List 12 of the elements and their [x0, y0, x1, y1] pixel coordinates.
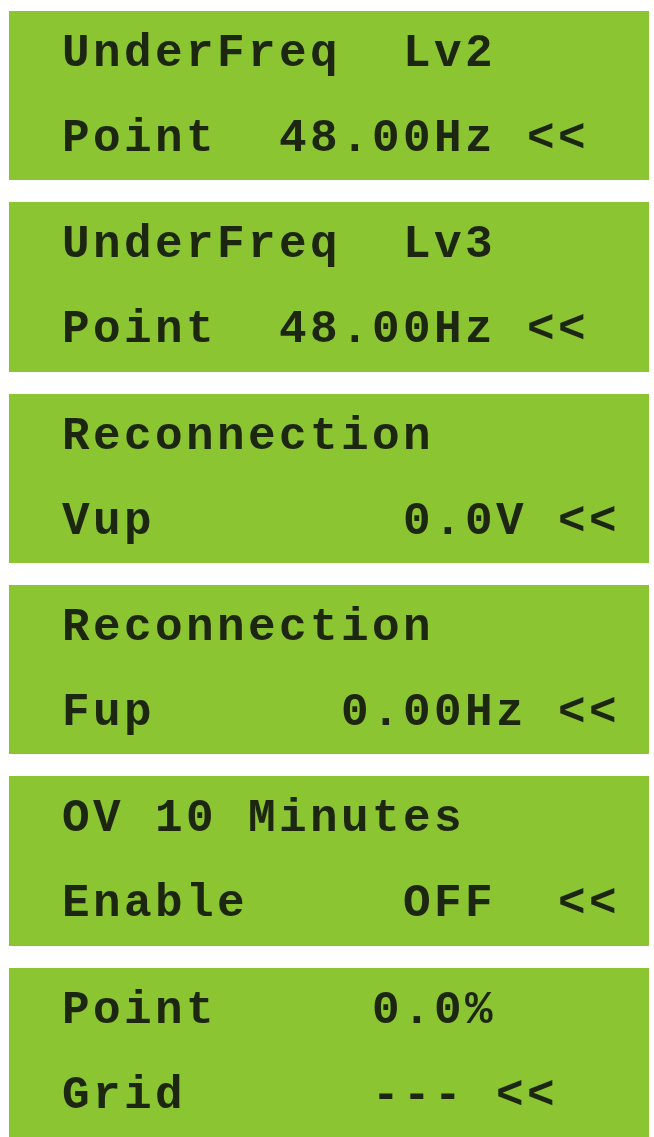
lcd-text: UnderFreq Lv2 [62, 29, 497, 80]
lcd-text: Point 48.00Hz << [62, 114, 590, 165]
lcd-text: Point 48.00Hz << [62, 305, 590, 357]
lcd-text: Grid --- << [62, 1070, 559, 1122]
lcd-text: Enable OFF << [62, 879, 621, 931]
lcd-text: Vup 0.0V << [62, 496, 621, 548]
lcd-text: Fup 0.00Hz << [62, 688, 621, 739]
lcd-text: Reconnection [62, 603, 435, 654]
lcd-text: Reconnection [62, 411, 435, 463]
lcd-text: UnderFreq Lv3 [62, 220, 497, 272]
lcd-text: OV 10 Minutes [62, 794, 466, 846]
lcd-text: Point 0.0% [62, 985, 497, 1037]
